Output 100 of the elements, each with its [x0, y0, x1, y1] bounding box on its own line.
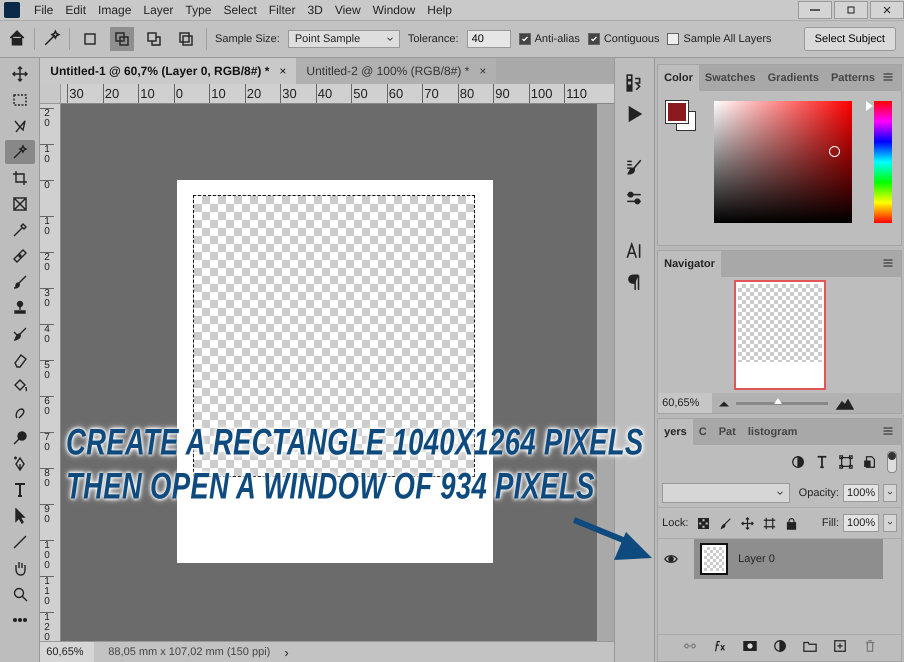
lock-icon	[785, 516, 798, 530]
menu-item[interactable]: Window	[366, 3, 422, 17]
menu-item[interactable]: Filter	[262, 3, 302, 17]
ruler-label: 60	[386, 84, 422, 103]
panel-tab[interactable]: Patterns	[824, 65, 881, 91]
maximize-button[interactable]	[834, 1, 868, 19]
subtract-selection-icon	[146, 31, 162, 47]
lasso-icon	[12, 118, 28, 134]
zoom-slider-thumb[interactable]	[774, 398, 782, 404]
close-tab-button[interactable]: ×	[479, 64, 486, 78]
move-icon	[741, 516, 754, 530]
menu-item[interactable]: Select	[217, 3, 263, 17]
new-layer-icon	[832, 639, 847, 653]
close-button[interactable]	[870, 1, 904, 19]
app-logo-icon	[4, 2, 20, 18]
ruler-label: 20	[102, 84, 138, 103]
chevron-down-icon	[886, 519, 894, 527]
document-tab[interactable]: Untitled-1 @ 60,7% (Layer 0, RGB/8#) * ×	[40, 58, 296, 84]
zoom-icon	[12, 586, 28, 602]
shape-filter-icon	[839, 455, 853, 469]
fill-field[interactable]: 100%	[843, 514, 879, 532]
ruler-label: 110	[40, 576, 54, 612]
panel-tab[interactable]: listogram	[742, 419, 804, 445]
fx-icon	[712, 639, 727, 653]
magic-wand-icon	[12, 144, 28, 160]
ruler-label: 30	[40, 288, 54, 324]
add-selection-icon	[114, 31, 130, 47]
checkbox[interactable]	[667, 33, 680, 45]
menu-item[interactable]: Type	[179, 3, 218, 17]
checkbox[interactable]	[588, 33, 600, 45]
color-field[interactable]	[714, 101, 852, 223]
ruler-label: 100	[40, 540, 54, 576]
opacity-dropdown[interactable]	[883, 484, 897, 502]
sample-size-label: Sample Size:	[215, 33, 280, 45]
smart-object-filter-icon	[863, 455, 877, 469]
fill-label: Fill:	[822, 517, 839, 529]
marquee-icon	[12, 92, 28, 108]
opacity-label: Opacity:	[798, 487, 839, 499]
brush-icon	[12, 274, 28, 290]
panel-tab[interactable]: Gradients	[762, 65, 825, 91]
magic-wand-icon	[43, 28, 61, 46]
checkbox-label: Sample All Layers	[683, 33, 772, 45]
stamp-icon	[12, 300, 28, 316]
lock-transparency-icon	[697, 516, 710, 530]
checkbox[interactable]	[518, 33, 531, 45]
maximize-icon	[845, 4, 857, 16]
panel-tab[interactable]: Pat	[712, 419, 742, 445]
lock-label: Lock:	[662, 517, 688, 529]
menu-item[interactable]: View	[328, 3, 367, 17]
character-icon	[625, 242, 644, 260]
foreground-swatch[interactable]	[666, 101, 688, 123]
checkmark-icon	[590, 35, 598, 43]
panel-tab[interactable]: Swatches	[698, 65, 762, 91]
adjustment-filter-icon	[791, 455, 805, 469]
tolerance-field[interactable]: 40	[466, 30, 511, 48]
eye-icon	[664, 552, 678, 566]
ruler-label: 20	[244, 84, 280, 103]
panel-tab[interactable]: Navigator	[658, 251, 721, 277]
menu-item[interactable]: File	[28, 3, 60, 17]
layer-thumbnail	[700, 543, 728, 575]
line-icon	[12, 534, 28, 550]
document-size: 88,05 mm x 107,02 mm (150 ppi)	[107, 646, 272, 658]
layer-name: Layer 0	[738, 553, 775, 565]
sample-size-dropdown[interactable]: Point Sample	[288, 30, 400, 48]
ruler-label: 50	[40, 360, 54, 396]
opacity-field[interactable]: 100%	[843, 484, 879, 502]
type-filter-icon	[815, 455, 829, 469]
move-icon	[12, 66, 28, 82]
hue-slider-thumb[interactable]	[866, 101, 874, 111]
close-tab-button[interactable]: ×	[279, 64, 286, 78]
status-menu-button[interactable]: ›	[284, 644, 289, 660]
menu-item[interactable]: Layer	[137, 3, 180, 17]
tool-button[interactable]	[4, 140, 35, 164]
color-picker-handle[interactable]	[829, 146, 840, 157]
layer-row[interactable]: Layer 0	[694, 539, 883, 579]
ruler-label: 10	[138, 84, 174, 103]
half-circle-icon	[772, 639, 787, 653]
navigator-preview[interactable]	[734, 280, 826, 390]
fill-dropdown[interactable]	[883, 514, 897, 532]
new-selection-icon	[82, 31, 98, 47]
eyedropper-icon	[12, 222, 28, 238]
panel-tab[interactable]: yers	[658, 419, 693, 445]
menu-item[interactable]: Edit	[59, 3, 92, 17]
checkbox-label: Anti-alias	[534, 33, 580, 45]
menu-icon	[881, 256, 895, 268]
menu-item[interactable]: Help	[421, 3, 458, 17]
menu-item[interactable]: 3D	[301, 3, 329, 17]
selection-mode-button[interactable]	[110, 27, 134, 51]
menu-item[interactable]: Image	[92, 3, 138, 17]
crop-icon	[12, 170, 28, 186]
select-subject-button[interactable]: Select Subject	[804, 27, 896, 51]
navigator-zoom[interactable]: 60,65%	[658, 393, 712, 413]
zoom-level[interactable]: 60,65%	[40, 642, 94, 662]
filter-toggle[interactable]	[887, 451, 897, 473]
panel-tab[interactable]: C	[692, 419, 713, 445]
document-tab[interactable]: Untitled-2 @ 100% (RGB/8#) * ×	[296, 58, 496, 84]
panel-tab[interactable]: Color	[658, 65, 699, 91]
close-icon	[881, 4, 893, 16]
ruler-label: 60	[40, 396, 54, 432]
checkmark-icon	[520, 35, 529, 43]
